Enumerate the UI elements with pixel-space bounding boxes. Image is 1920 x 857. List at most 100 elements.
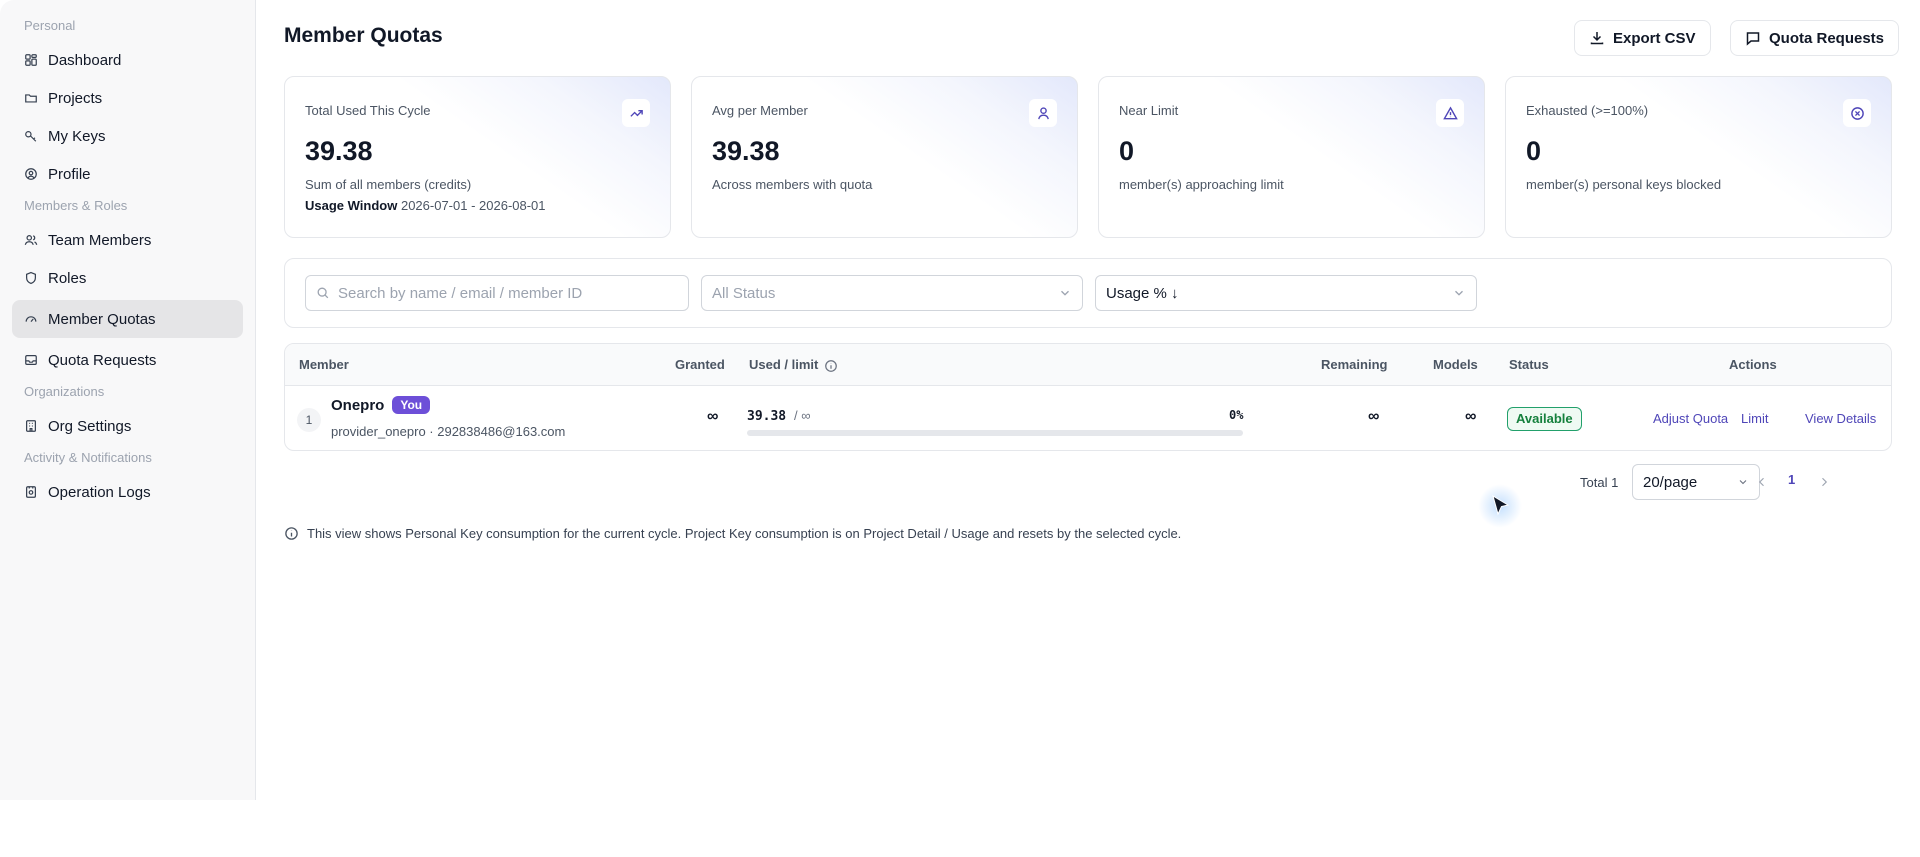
search-icon [316,286,330,300]
member-subtitle: provider_onepro · 292838486@163.com [331,424,566,439]
sidebar-item-my-keys[interactable]: My Keys [12,120,243,152]
building-icon [24,419,38,433]
stat-card-avg-per-member: Avg per Member 39.38 Across members with… [691,76,1078,238]
column-header-label: Used / limit [749,357,819,372]
sidebar-item-member-quotas[interactable]: Member Quotas [12,300,243,338]
sidebar-group-organizations: Organizations [24,384,105,399]
table-row: 1 Onepro You provider_onepro · 292838486… [285,386,1891,450]
sidebar-item-label: My Keys [48,127,106,145]
x-circle-icon [1843,99,1871,127]
warning-icon [1436,99,1464,127]
quota-requests-button[interactable]: Quota Requests [1730,20,1900,56]
view-details-link[interactable]: View Details [1805,411,1876,426]
stat-value: 0 [1526,136,1542,166]
stat-card-exhausted: Exhausted (>=100%) 0 member(s) personal … [1505,76,1892,238]
below-window-area [0,800,1920,857]
page-size-select[interactable]: 20/page [1632,464,1760,500]
sidebar-group-activity: Activity & Notifications [24,450,152,465]
stat-sub: member(s) personal keys blocked [1526,177,1722,192]
stat-cards: Total Used This Cycle 39.38 Sum of all m… [284,76,1892,238]
export-csv-button[interactable]: Export CSV [1574,20,1711,56]
export-csv-label: Export CSV [1613,29,1696,47]
column-header-status: Status [1509,357,1549,372]
info-note-text: This view shows Personal Key consumption… [307,526,1182,541]
adjust-quota-link[interactable]: Adjust Quota [1653,411,1728,426]
sidebar-item-org-settings[interactable]: Org Settings [12,410,243,442]
sidebar-item-label: Dashboard [48,51,122,69]
main-content: Member Quotas Export CSV Quota Requests … [256,0,1920,800]
trend-up-icon [622,99,650,127]
page-size-value: 20/page [1643,473,1698,491]
sidebar-item-profile[interactable]: Profile [12,158,243,190]
key-icon [24,129,38,143]
sidebar-group-members-roles: Members & Roles [24,198,128,213]
sidebar-item-label: Quota Requests [48,351,157,369]
message-icon [1745,30,1761,46]
status-select-value: All Status [712,284,776,302]
granted-value: ∞ [707,408,719,425]
sidebar-item-label: Operation Logs [48,483,151,501]
column-header-granted: Granted [675,357,725,372]
status-select[interactable]: All Status [701,275,1083,311]
stat-sub: Sum of all members (credits) [305,177,472,192]
quota-requests-label: Quota Requests [1769,29,1885,47]
search-placeholder: Search by name / email / member ID [338,284,583,302]
app-window: Personal Dashboard Projects My Keys Prof… [0,0,1920,800]
stat-label: Total Used This Cycle [305,103,431,118]
download-icon [1589,30,1605,46]
sort-select[interactable]: Usage % ↓ [1095,275,1477,311]
prev-page-button[interactable] [1754,474,1770,490]
sidebar-item-dashboard[interactable]: Dashboard [12,44,243,76]
column-header-member: Member [299,357,349,372]
chevron-down-icon [1452,286,1466,300]
chevron-down-icon [1058,286,1072,300]
chevron-down-icon [1737,476,1749,488]
limit-value: / ∞ [793,408,811,423]
page-title: Member Quotas [284,24,443,47]
stat-value: 39.38 [305,136,373,166]
used-number: 39.38 [747,409,787,424]
page-number-current[interactable]: 1 [1788,472,1795,487]
sort-select-value: Usage % ↓ [1106,284,1179,302]
chevron-left-icon [1756,476,1768,488]
usage-window-value: 2026-07-01 - 2026-08-01 [400,198,546,213]
member-name: Onepro You [331,396,431,414]
limit-link[interactable]: Limit [1741,411,1768,426]
search-input[interactable]: Search by name / email / member ID [305,275,689,311]
sidebar-item-label: Org Settings [48,417,132,435]
log-icon [24,485,38,499]
member-name-text: Onepro [331,396,385,414]
column-header-actions: Actions [1729,357,1777,372]
shield-icon [24,271,38,285]
models-value: ∞ [1465,408,1477,425]
column-header-models: Models [1433,357,1478,372]
info-icon[interactable] [824,359,838,373]
column-header-used-limit: Used / limit [749,344,838,386]
info-icon [284,526,299,541]
sidebar-item-quota-requests[interactable]: Quota Requests [12,344,243,376]
sidebar-item-projects[interactable]: Projects [12,82,243,114]
stat-value: 39.38 [712,136,780,166]
user-icon [1029,99,1057,127]
usage-window: Usage Window 2026-07-01 - 2026-08-01 [305,198,650,213]
status-badge: Available [1507,407,1582,431]
remaining-value: ∞ [1368,408,1380,425]
sidebar-item-label: Roles [48,269,87,287]
stat-value: 0 [1119,136,1135,166]
sidebar-item-team-members[interactable]: Team Members [12,224,243,256]
sidebar-group-personal: Personal [24,18,76,33]
gauge-icon [24,312,38,326]
sidebar-item-operation-logs[interactable]: Operation Logs [12,476,243,508]
stat-sub: member(s) approaching limit [1119,177,1284,192]
table-header: Member Granted Used / limit Remaining Mo… [285,344,1891,386]
dashboard-icon [24,53,38,67]
sidebar-item-roles[interactable]: Roles [12,262,243,294]
sidebar-item-label: Projects [48,89,103,107]
usage-progress-bar [747,430,1243,436]
stat-label: Avg per Member [712,103,808,118]
next-page-button[interactable] [1816,474,1832,490]
stat-label: Exhausted (>=100%) [1526,103,1649,118]
sidebar-item-label: Profile [48,165,91,183]
row-index: 1 [297,408,321,432]
used-value: 39.38 / ∞ [747,408,810,424]
